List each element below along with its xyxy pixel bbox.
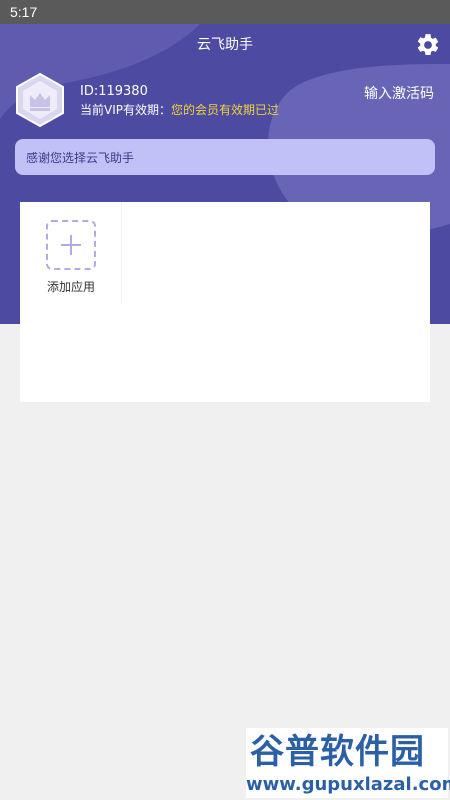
notice-banner: 感谢您选择云飞助手 [15,139,435,175]
vip-validity: 当前VIP有效期：您的会员有效期已过 [80,101,279,118]
crown-hexagon-icon [16,72,64,128]
notice-text: 感谢您选择云飞助手 [26,150,135,165]
vip-status: 您的会员有效期已过 [171,103,280,117]
add-app-box [46,220,96,270]
add-app-label: 添加应用 [46,280,95,294]
enter-activation-code-link[interactable]: 输入激活码 [364,83,434,103]
app-title: 云飞助手 [197,37,253,53]
settings-button[interactable] [415,32,441,58]
avatar[interactable] [15,72,65,128]
watermark-title: 谷普软件园 [250,732,425,772]
status-time: 5:17 [10,4,38,20]
watermark-url: www.gupuxlazal.com [246,774,450,795]
gear-icon [417,34,439,55]
status-bar: 5:17 [0,0,450,24]
apps-grid: 添加应用 [20,202,430,402]
plus-icon [61,235,81,255]
user-id: ID:119380 [80,84,148,99]
vip-label: 当前VIP有效期： [80,103,171,117]
watermark: 谷普软件园 www.gupuxlazal.com [246,728,450,798]
add-app-button[interactable]: 添加应用 [20,202,122,304]
